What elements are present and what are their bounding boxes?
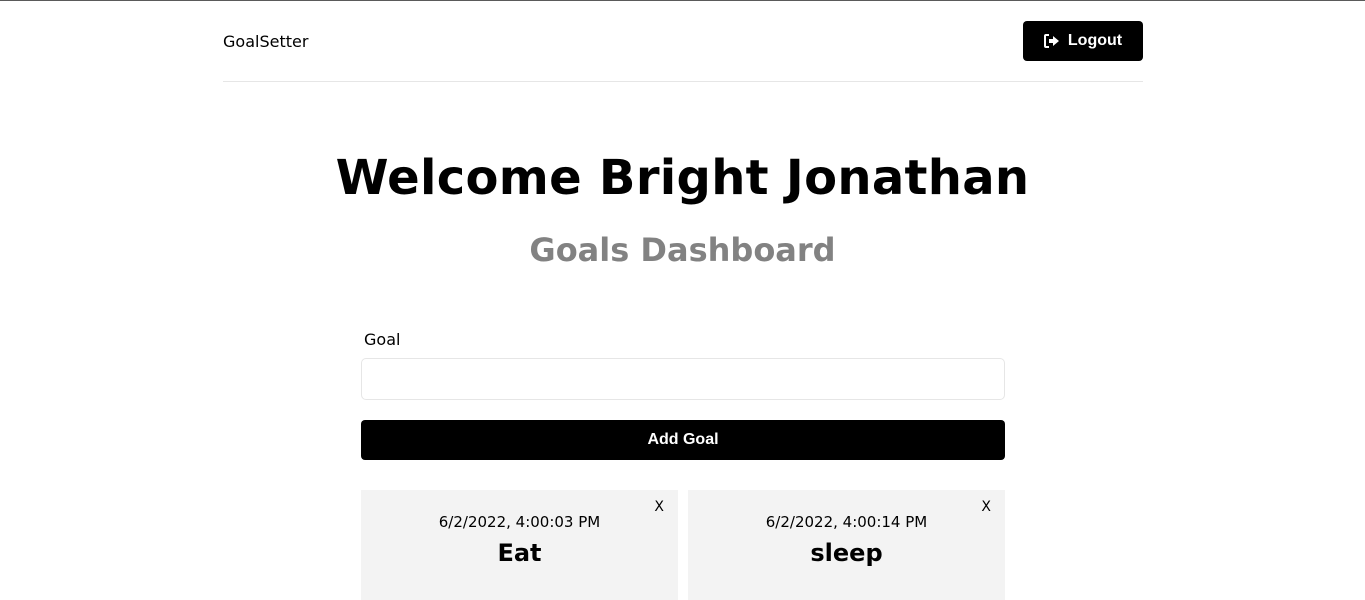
goal-card: 6/2/2022, 4:00:03 PM Eat X <box>361 490 678 600</box>
dashboard-subtitle: Goals Dashboard <box>529 231 836 269</box>
header: GoalSetter Logout <box>223 1 1143 82</box>
welcome-heading: Welcome Bright Jonathan <box>335 150 1030 206</box>
logout-label: Logout <box>1067 32 1123 49</box>
goal-input[interactable] <box>361 358 1005 400</box>
delete-goal-button[interactable]: X <box>981 498 991 516</box>
sign-out-icon <box>1043 34 1060 48</box>
goal-field-label: Goal <box>364 330 401 349</box>
logout-button[interactable]: Logout <box>1023 21 1143 61</box>
goal-date: 6/2/2022, 4:00:03 PM <box>438 513 601 531</box>
delete-goal-button[interactable]: X <box>654 498 664 516</box>
goal-card: 6/2/2022, 4:00:14 PM sleep X <box>688 490 1005 600</box>
goal-text: Eat <box>497 539 542 567</box>
brand-logo-link[interactable]: GoalSetter <box>223 32 308 52</box>
add-goal-button[interactable]: Add Goal <box>361 420 1005 460</box>
goal-date: 6/2/2022, 4:00:14 PM <box>765 513 928 531</box>
goal-text: sleep <box>810 539 883 567</box>
